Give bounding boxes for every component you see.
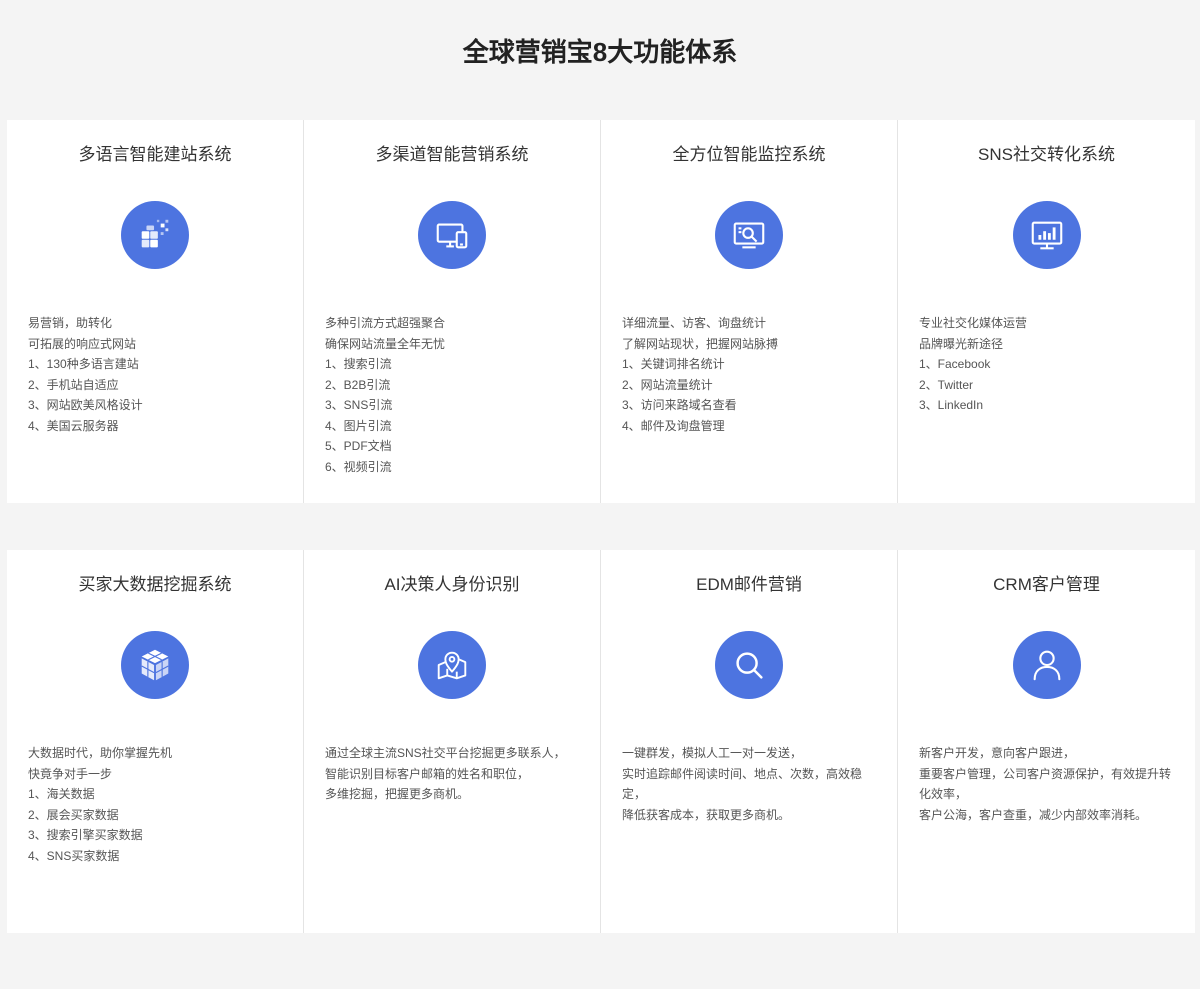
card-body: 通过全球主流SNS社交平台挖掘更多联系人， 智能识别目标客户邮箱的姓名和职位， … [325, 743, 586, 805]
map-pin-icon [418, 631, 486, 699]
card-line: 1、海关数据 [28, 787, 95, 801]
card-body: 易营销，助转化 可拓展的响应式网站 1、130种多语言建站 2、手机站自适应 3… [28, 313, 289, 436]
feature-card[interactable]: 买家大数据挖掘系统 大数据时代，助你掌握先机 快竟争对手一步 1、海关数据 2、… [7, 550, 304, 933]
card-body: 多种引流方式超强聚合 确保网站流量全年无忧 1、搜索引流 2、B2B引流 3、S… [325, 313, 586, 477]
card-line: 实时追踪邮件阅读时间、地点、次数，高效稳定， [622, 766, 863, 802]
card-line: 专业社交化媒体运营 [919, 316, 1028, 330]
card-title: 多渠道智能营销系统 [375, 145, 529, 164]
card-body: 新客户开发，意向客户跟进， 重要客户管理，公司客户资源保护，有效提升转化效率， … [919, 743, 1181, 825]
card-line: 5、PDF文档 [325, 439, 392, 453]
card-line: 3、访问来路域名查看 [622, 398, 737, 412]
card-body: 详细流量、访客、询盘统计 了解网站现状，把握网站脉搏 1、关键词排名统计 2、网… [622, 313, 883, 436]
card-line: 可拓展的响应式网站 [28, 336, 137, 351]
card-line: 1、130种多语言建站 [28, 357, 139, 371]
card-line: 1、关键词排名统计 [622, 357, 725, 371]
card-title: 多语言智能建站系统 [78, 145, 232, 164]
card-line: 4、美国云服务器 [28, 418, 119, 433]
card-line: 6、视频引流 [325, 459, 392, 474]
card-line: 易营销，助转化 [28, 316, 113, 330]
card-line: 智能识别目标客户邮箱的姓名和职位， [325, 766, 530, 781]
card-title: EDM邮件营销 [696, 575, 802, 594]
card-body: 专业社交化媒体运营 品牌曝光新途径 1、Facebook 2、Twitter 3… [919, 313, 1181, 416]
card-line: 2、网站流量统计 [622, 377, 713, 392]
card-line: 确保网站流量全年无忧 [325, 336, 446, 351]
card-title: 全方位智能监控系统 [672, 145, 826, 164]
feature-card[interactable]: SNS社交转化系统 专业社交化媒体运营 品牌曝光新途径 1、Facebook 2… [898, 120, 1195, 503]
feature-card[interactable]: AI决策人身份识别 通过全球主流SNS社交平台挖掘更多联系人， 智能识别目标客户… [304, 550, 601, 933]
card-line: 一键群发，模拟人工一对一发送， [622, 746, 803, 760]
monitor-search-icon [715, 201, 783, 269]
card-line: 多维挖掘，把握更多商机。 [325, 787, 470, 801]
card-line: 3、SNS引流 [325, 398, 393, 412]
feature-card[interactable]: CRM客户管理 新客户开发，意向客户跟进， 重要客户管理，公司客户资源保护，有效… [898, 550, 1195, 933]
card-line: 降低获客成本，获取更多商机。 [622, 807, 791, 822]
card-line: 多种引流方式超强聚合 [325, 316, 446, 330]
card-line: 客户公海，客户查重，减少内部效率消耗。 [919, 807, 1148, 822]
card-title: 买家大数据挖掘系统 [78, 575, 232, 594]
card-line: 了解网站现状，把握网站脉搏 [622, 336, 779, 351]
card-title: CRM客户管理 [993, 575, 1100, 594]
card-line: 2、Twitter [919, 377, 974, 392]
card-line: 3、搜索引擎买家数据 [28, 828, 143, 842]
card-line: 新客户开发，意向客户跟进， [919, 746, 1076, 760]
card-line: 4、图片引流 [325, 418, 392, 433]
feature-card[interactable]: 多语言智能建站系统 易营销，助转化 可拓展的响应式网站 1、130种多语言建站 … [7, 120, 304, 503]
card-line: 通过全球主流SNS社交平台挖掘更多联系人， [325, 746, 566, 760]
card-line: 2、手机站自适应 [28, 377, 119, 392]
card-line: 1、搜索引流 [325, 357, 392, 371]
devices-icon [418, 201, 486, 269]
page-title: 全球营销宝8大功能体系 [462, 37, 738, 67]
card-line: 详细流量、访客、询盘统计 [622, 316, 767, 330]
search-icon [715, 631, 783, 699]
card-line: 4、SNS买家数据 [28, 848, 120, 863]
card-title: AI决策人身份识别 [384, 575, 520, 594]
card-line: 大数据时代，助你掌握先机 [28, 746, 173, 760]
card-line: 重要客户管理，公司客户资源保护，有效提升转化效率， [919, 766, 1172, 802]
feature-row-2: 买家大数据挖掘系统 大数据时代，助你掌握先机 快竟争对手一步 1、海关数据 2、… [7, 550, 1195, 933]
user-icon [1012, 631, 1081, 699]
feature-row-1: 多语言智能建站系统 易营销，助转化 可拓展的响应式网站 1、130种多语言建站 … [7, 120, 1195, 503]
card-line: 3、网站欧美风格设计 [28, 398, 143, 412]
data-cube-icon [121, 631, 189, 699]
card-title: SNS社交转化系统 [978, 145, 1115, 164]
card-line: 1、Facebook [919, 357, 991, 371]
card-line: 2、B2B引流 [325, 377, 391, 392]
chart-monitor-icon [1012, 201, 1081, 269]
card-line: 4、邮件及询盘管理 [622, 418, 725, 433]
feature-card[interactable]: 全方位智能监控系统 详细流量、访客、询盘统计 了解网站现状，把握网站脉搏 1、关… [601, 120, 898, 503]
card-body: 大数据时代，助你掌握先机 快竟争对手一步 1、海关数据 2、展会买家数据 3、搜… [28, 743, 289, 866]
card-body: 一键群发，模拟人工一对一发送， 实时追踪邮件阅读时间、地点、次数，高效稳定， 降… [622, 743, 883, 825]
card-line: 快竟争对手一步 [28, 766, 113, 781]
cubes-icon [121, 201, 189, 269]
card-line: 2、展会买家数据 [28, 807, 119, 822]
feature-card[interactable]: 多渠道智能营销系统 多种引流方式超强聚合 确保网站流量全年无忧 1、搜索引流 2… [304, 120, 601, 503]
card-line: 3、LinkedIn [919, 398, 984, 412]
feature-card[interactable]: EDM邮件营销 一键群发，模拟人工一对一发送， 实时追踪邮件阅读时间、地点、次数… [601, 550, 898, 933]
card-line: 品牌曝光新途径 [919, 336, 1004, 351]
